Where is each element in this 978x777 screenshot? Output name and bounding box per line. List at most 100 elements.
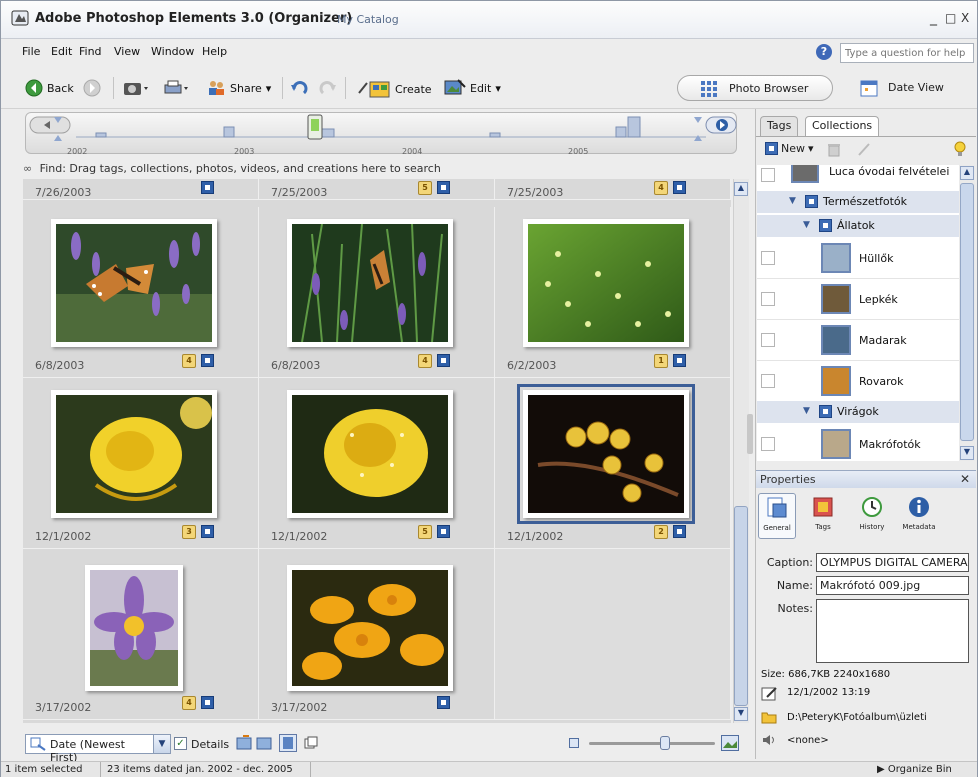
close-properties-icon[interactable]: ✕ — [960, 472, 970, 486]
photo-date: 3/17/2002 — [271, 701, 328, 714]
scroll-down-icon[interactable]: ▼ — [734, 707, 748, 721]
photo-cell[interactable]: 7/26/2003 — [23, 179, 259, 200]
minimize-button[interactable]: _ — [930, 10, 937, 26]
collections-tree: Luca óvodai felvételei ▼ Természetfotók … — [757, 165, 959, 461]
collection-row[interactable]: Luca óvodai felvételei — [757, 165, 959, 189]
photo-cell[interactable]: 6/2/2003 1 — [495, 207, 731, 378]
collection-checkbox[interactable] — [761, 168, 775, 182]
properties-title: Properties — [760, 473, 816, 486]
scroll-down-icon[interactable]: ▼ — [960, 446, 974, 460]
menu-find[interactable]: Find — [79, 45, 102, 58]
thumbnail-size-slider[interactable] — [589, 742, 715, 745]
tab-tags[interactable]: Tags — [760, 116, 799, 136]
collection-checkbox[interactable] — [761, 333, 775, 347]
date-edit-icon[interactable] — [761, 685, 777, 701]
photo-cell[interactable]: 6/8/2003 4 — [23, 207, 259, 378]
menu-window[interactable]: Window — [151, 45, 194, 58]
rotate-icon[interactable] — [235, 735, 275, 751]
photo-browser-button[interactable]: Photo Browser — [677, 75, 833, 101]
photo-thumbnail[interactable] — [51, 390, 217, 518]
notes-field[interactable] — [816, 599, 969, 663]
star-rating-icon: 2 — [654, 525, 668, 539]
panel-collapse-handle[interactable] — [747, 414, 753, 454]
collection-row[interactable]: Madarak — [757, 321, 959, 361]
details-checkbox[interactable]: ✓ — [174, 737, 187, 750]
collection-checkbox[interactable] — [761, 292, 775, 306]
general-label: General — [763, 524, 791, 532]
properties-tab-general[interactable]: General — [758, 493, 796, 539]
back-button[interactable]: Back — [25, 79, 74, 97]
scroll-up-icon[interactable]: ▲ — [960, 166, 974, 180]
photo-thumbnail[interactable] — [85, 565, 183, 691]
slideshow-icon[interactable] — [303, 735, 319, 751]
collection-checkbox[interactable] — [761, 437, 775, 451]
properties-tab-tags[interactable]: Tags — [804, 493, 842, 539]
camera-icon[interactable] — [123, 80, 149, 96]
photo-cell[interactable]: 12/1/2002 5 — [259, 378, 495, 549]
photo-cell[interactable]: 3/17/2002 4 — [23, 549, 259, 720]
folder-icon[interactable] — [761, 710, 777, 724]
undo-icon[interactable] — [290, 79, 310, 97]
photo-thumbnail[interactable] — [287, 565, 453, 691]
photo-thumbnail[interactable] — [523, 219, 689, 347]
find-bar[interactable]: ∞ Find: Drag tags, collections, photos, … — [23, 162, 753, 180]
photo-cell[interactable]: 6/8/2003 4 — [259, 207, 495, 378]
collection-row[interactable]: Makrófotók — [757, 425, 959, 461]
help-icon[interactable]: ? — [816, 44, 832, 60]
photo-cell[interactable]: 7/25/2003 4 — [495, 179, 731, 200]
trash-icon[interactable] — [827, 142, 841, 157]
menu-file[interactable]: File — [22, 45, 40, 58]
collections-scrollbar-thumb[interactable] — [960, 183, 974, 441]
grid-scrollbar-thumb[interactable] — [734, 506, 748, 706]
large-thumbnail-icon[interactable] — [721, 735, 739, 751]
timeline[interactable] — [25, 112, 737, 154]
menu-view[interactable]: View — [114, 45, 140, 58]
tags-icon — [813, 497, 833, 517]
small-thumbnail-icon[interactable] — [569, 738, 579, 748]
name-field[interactable]: Makrófotó 009.jpg — [816, 576, 969, 595]
print-icon[interactable] — [163, 79, 189, 97]
speaker-icon[interactable] — [761, 733, 777, 747]
menu-help[interactable]: Help — [202, 45, 227, 58]
collection-group-row[interactable]: ▼ Természetfotók — [757, 191, 959, 213]
collection-thumb-icon — [821, 243, 851, 273]
caption-field[interactable]: OLYMPUS DIGITAL CAMERA — [816, 553, 969, 572]
forward-arrow-icon[interactable] — [83, 79, 101, 97]
photo-thumbnail-selected[interactable] — [517, 384, 695, 524]
sort-order-select[interactable]: Date (Newest First) — [25, 734, 155, 764]
redo-icon[interactable] — [317, 79, 337, 97]
collection-checkbox[interactable] — [761, 251, 775, 265]
collection-group-row[interactable]: ▼ Állatok — [757, 215, 959, 237]
date-view-button[interactable]: Date View — [843, 75, 973, 101]
properties-tab-history[interactable]: History — [853, 493, 891, 539]
edit-button[interactable]: Edit ▾ — [444, 79, 501, 97]
organize-bin-toggle[interactable]: ▶ Organize Bin — [877, 764, 952, 775]
collection-checkbox[interactable] — [761, 374, 775, 388]
photo-cell[interactable]: 7/25/2003 5 — [259, 179, 495, 200]
photo-thumbnail[interactable] — [51, 219, 217, 347]
chevron-down-icon[interactable]: ▼ — [153, 734, 171, 754]
photo-thumbnail[interactable] — [287, 390, 453, 518]
edit-pencil-icon[interactable] — [857, 142, 871, 157]
single-photo-view-icon[interactable] — [279, 734, 297, 752]
lightbulb-icon[interactable] — [953, 141, 967, 157]
menu-edit[interactable]: Edit — [51, 45, 72, 58]
photo-cell[interactable]: 3/17/2002 — [259, 549, 495, 720]
thumbnail-size-slider-handle[interactable] — [660, 736, 670, 750]
tab-collections[interactable]: Collections — [805, 116, 880, 136]
collection-row[interactable]: Hüllők — [757, 239, 959, 279]
maximize-button[interactable]: □ — [945, 11, 956, 25]
collection-row[interactable]: Rovarok — [757, 362, 959, 402]
share-button[interactable]: Share ▾ — [206, 79, 271, 97]
collection-group-row[interactable]: ▼ Virágok — [757, 401, 959, 423]
new-collection-button[interactable]: New ▾ — [765, 142, 814, 155]
help-search-input[interactable] — [840, 43, 974, 63]
scroll-up-icon[interactable]: ▲ — [734, 182, 748, 196]
collection-row[interactable]: Lepkék — [757, 280, 959, 320]
properties-tab-metadata[interactable]: Metadata — [900, 493, 938, 539]
photo-cell-selected[interactable]: 12/1/2002 2 — [495, 378, 731, 549]
photo-cell[interactable]: 12/1/2002 3 — [23, 378, 259, 549]
close-button[interactable]: X — [961, 11, 969, 25]
photo-thumbnail[interactable] — [287, 219, 453, 347]
create-button[interactable]: Create — [357, 79, 432, 99]
